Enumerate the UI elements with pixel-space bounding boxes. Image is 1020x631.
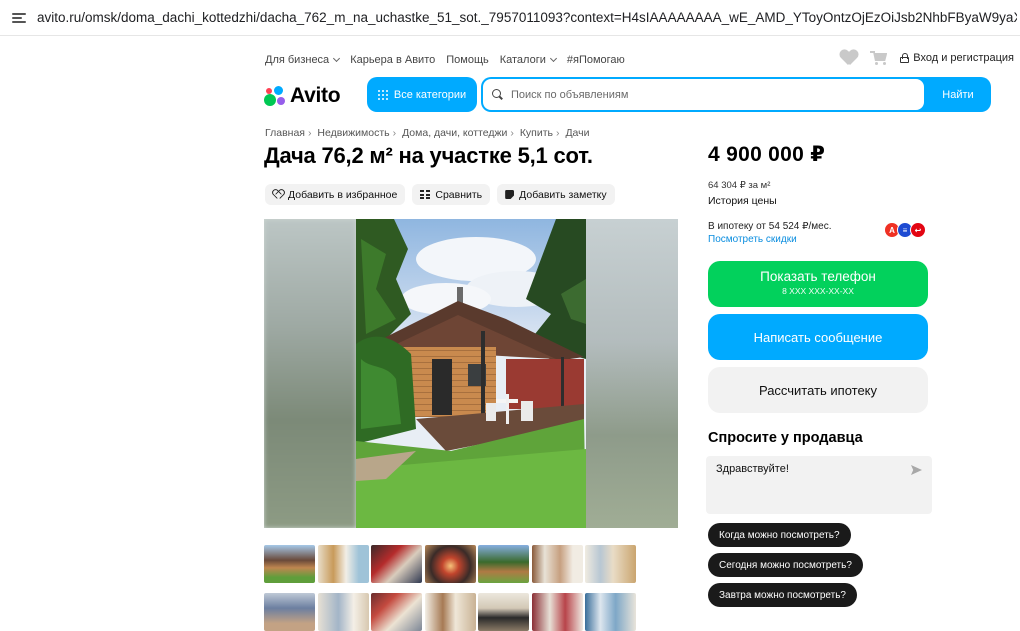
show-phone-button[interactable]: Показать телефон 8 XXX XXX-XX-XX [708, 261, 928, 307]
listing-actions: Добавить в избранное Сравнить Добавить з… [265, 184, 615, 205]
photo-thumbnail[interactable] [371, 545, 422, 583]
chevron-down-icon [333, 54, 341, 63]
search-icon [492, 89, 503, 100]
photo-blur-left [264, 219, 356, 528]
breadcrumb-separator: › [392, 127, 397, 139]
user-actions: Вход и регистрация [840, 50, 1014, 66]
quick-question-chip[interactable]: Сегодня можно посмотреть? [708, 553, 863, 577]
url-text[interactable]: avito.ru/omsk/doma_dachi_kottedzhi/dacha… [37, 10, 1017, 25]
photo-thumbnail[interactable] [424, 545, 476, 583]
ask-seller-title: Спросите у продавца [708, 430, 863, 446]
add-note-label: Добавить заметку [519, 188, 607, 201]
nav-item-help[interactable]: Помощь [446, 54, 489, 66]
breadcrumb-item-realty[interactable]: Недвижимость [317, 127, 389, 139]
quick-question-chip[interactable]: Завтра можно посмотреть? [708, 583, 857, 607]
nav-item-business[interactable]: Для бизнеса [265, 54, 341, 66]
quick-question-chip[interactable]: Когда можно посмотреть? [708, 523, 851, 547]
nav-label: Для бизнеса [265, 54, 330, 66]
price-history-link[interactable]: История цены [708, 195, 777, 207]
chevron-down-icon [549, 54, 557, 63]
site-settings-icon[interactable] [12, 12, 26, 24]
photo-thumbnail[interactable] [478, 593, 529, 631]
compare-icon [420, 190, 431, 199]
breadcrumb-separator: › [556, 127, 560, 139]
avito-logo[interactable]: Avito [264, 84, 341, 108]
lock-icon [900, 53, 910, 63]
photo-thumbnail[interactable] [317, 593, 369, 631]
breadcrumb-item-houses[interactable]: Дома, дачи, коттеджи [402, 127, 507, 139]
grid-icon [377, 89, 388, 100]
logo-dots-icon [264, 86, 286, 106]
compare-label: Сравнить [435, 188, 483, 201]
photo-thumbnail[interactable] [317, 545, 369, 583]
nav-item-career[interactable]: Карьера в Авито [350, 54, 435, 66]
photo-blur-right [586, 219, 678, 528]
photo-thumbnail[interactable] [371, 593, 422, 631]
message-input[interactable] [716, 463, 896, 503]
all-categories-label: Все категории [393, 88, 467, 101]
main-photo-gallery[interactable] [264, 219, 678, 528]
logo-text: Avito [290, 84, 341, 107]
nav-label: Каталоги [499, 54, 546, 66]
login-link[interactable]: Вход и регистрация [900, 52, 1014, 64]
photo-thumbnail[interactable] [264, 593, 315, 631]
search-bar: Найти [481, 77, 991, 112]
search-field[interactable] [483, 79, 924, 110]
top-navigation: Для бизнеса Карьера в Авито Помощь Катал… [265, 52, 625, 68]
photo-thumbnail[interactable] [531, 593, 583, 631]
listing-title: Дача 76,2 м² на участке 5,1 сот. [264, 143, 593, 168]
breadcrumb-separator: › [510, 127, 514, 139]
breadcrumb-item-dachi[interactable]: Дачи [565, 127, 589, 139]
add-to-favorites-button[interactable]: Добавить в избранное [265, 184, 406, 205]
breadcrumb: Главная › Недвижимость › Дома, дачи, котте… [265, 127, 590, 139]
heart-icon [273, 190, 283, 199]
photo-thumbnail[interactable] [264, 545, 315, 583]
photo-thumbnails [264, 545, 636, 631]
photo-thumbnail[interactable] [585, 593, 636, 631]
message-box [706, 456, 932, 514]
favorites-heart-icon[interactable] [840, 50, 858, 66]
nav-item-catalogs[interactable]: Каталоги [499, 54, 557, 66]
search-input[interactable] [511, 88, 911, 101]
search-button[interactable]: Найти [925, 77, 991, 112]
mortgage-offer: В ипотеку от 54 524 ₽/мес. [708, 221, 832, 232]
note-icon [505, 190, 515, 199]
photo-thumbnail[interactable] [424, 593, 476, 631]
calculate-mortgage-button[interactable]: Рассчитать ипотеку [708, 367, 928, 413]
photo-thumbnail[interactable] [585, 545, 636, 583]
photo-thumbnail[interactable] [531, 545, 583, 583]
login-label: Вход и регистрация [913, 52, 1014, 64]
main-photo[interactable] [356, 219, 586, 528]
nav-item-yapomogayu[interactable]: #яПомогаю [567, 54, 625, 66]
show-phone-label: Показать телефон [760, 269, 876, 284]
add-to-favorites-label: Добавить в избранное [288, 188, 398, 201]
nav-label: Помощь [446, 54, 489, 66]
breadcrumb-separator: › [307, 127, 312, 139]
breadcrumb-item-buy[interactable]: Купить [520, 127, 553, 139]
breadcrumb-item-home[interactable]: Главная [265, 127, 305, 139]
browser-address-bar[interactable]: avito.ru/omsk/doma_dachi_kottedzhi/dacha… [0, 0, 1020, 36]
all-categories-button[interactable]: Все категории [367, 77, 477, 112]
bank-logo-icon: ↩ [910, 222, 926, 238]
gazebo-photo-image [356, 219, 586, 528]
nav-label: Карьера в Авито [350, 54, 436, 66]
send-icon[interactable] [911, 465, 922, 475]
price-per-square-meter: 64 304 ₽ за м² [708, 180, 771, 191]
add-note-button[interactable]: Добавить заметку [497, 184, 615, 205]
photo-thumbnail[interactable] [478, 545, 529, 583]
listing-price: 4 900 000 ₽ [708, 143, 826, 166]
write-message-button[interactable]: Написать сообщение [708, 314, 928, 360]
nav-label: #яПомогаю [566, 54, 625, 66]
view-discounts-link[interactable]: Посмотреть скидки [708, 234, 797, 245]
partner-banks[interactable]: А ≡ ↩ [884, 222, 928, 238]
phone-mask: 8 XXX XXX-XX-XX [782, 286, 854, 296]
compare-button[interactable]: Сравнить [412, 184, 491, 205]
cart-icon[interactable] [870, 50, 888, 66]
